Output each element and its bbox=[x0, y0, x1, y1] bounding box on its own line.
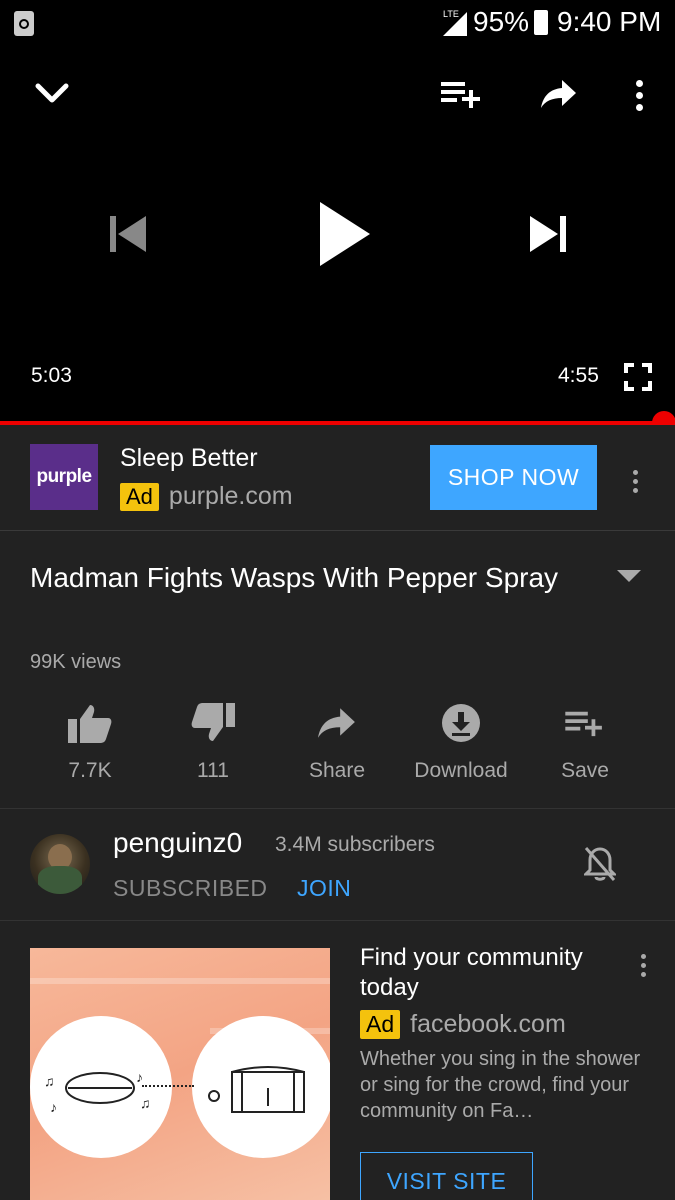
download-icon bbox=[442, 704, 480, 742]
view-count: 99K views bbox=[30, 651, 122, 673]
recycle-icon bbox=[14, 11, 34, 36]
save-playlist-icon bbox=[565, 711, 602, 737]
battery-percent: 95% bbox=[473, 6, 530, 37]
channel-name[interactable]: penguinz0 bbox=[113, 827, 242, 859]
ad2-meta: Ad facebook.com bbox=[360, 1010, 566, 1039]
divider bbox=[0, 920, 675, 921]
svg-text:♫: ♫ bbox=[44, 1073, 55, 1089]
thumbs-up-icon bbox=[68, 705, 112, 743]
like-button[interactable]: 7.7K bbox=[30, 700, 150, 783]
clock: 9:40 PM bbox=[557, 6, 662, 37]
share-video-button[interactable] bbox=[540, 78, 578, 115]
download-label: Download bbox=[414, 759, 508, 782]
svg-text:♪: ♪ bbox=[136, 1069, 143, 1085]
shop-now-button[interactable]: SHOP NOW bbox=[430, 445, 597, 510]
svg-text:♪: ♪ bbox=[50, 1099, 57, 1115]
ad-badge: Ad bbox=[120, 482, 159, 511]
skip-previous-icon bbox=[110, 216, 146, 252]
player-more-button[interactable] bbox=[634, 80, 644, 115]
share-icon bbox=[541, 80, 576, 108]
save-button[interactable]: Save bbox=[525, 700, 645, 783]
skip-next-icon bbox=[530, 216, 566, 252]
ad2-domain: facebook.com bbox=[410, 1010, 566, 1038]
stage-icon bbox=[208, 1066, 305, 1113]
network-type: LTE bbox=[443, 9, 459, 19]
next-button[interactable] bbox=[528, 214, 568, 259]
add-to-queue-button[interactable] bbox=[441, 78, 483, 115]
ad-thumbnail[interactable]: ♫ ♪ ♪ ♫ bbox=[30, 948, 330, 1200]
ad-badge: Ad bbox=[360, 1010, 401, 1039]
lips-icon: ♫ ♪ ♪ ♫ bbox=[44, 1069, 151, 1115]
fullscreen-icon bbox=[624, 363, 652, 391]
status-bar: LTE 95% 9:40 PM bbox=[0, 0, 675, 48]
chevron-down-icon bbox=[35, 83, 69, 103]
join-button[interactable]: JOIN bbox=[297, 875, 351, 902]
bell-off-icon bbox=[582, 847, 618, 881]
like-count: 7.7K bbox=[68, 759, 112, 782]
battery-icon bbox=[534, 10, 548, 35]
svg-text:♫: ♫ bbox=[140, 1095, 151, 1111]
play-icon bbox=[320, 202, 370, 266]
thumbs-down-icon bbox=[191, 703, 235, 741]
divider bbox=[0, 808, 675, 809]
ad-more-button[interactable] bbox=[630, 470, 640, 497]
subscriber-count: 3.4M subscribers bbox=[275, 833, 435, 856]
download-button[interactable]: Download bbox=[401, 700, 521, 783]
advertiser-logo: purple bbox=[30, 444, 98, 510]
subscribed-button[interactable]: SUBSCRIBED bbox=[113, 875, 268, 902]
minimize-button[interactable] bbox=[34, 80, 70, 111]
share-label: Share bbox=[308, 759, 366, 782]
visit-site-button[interactable]: VISIT SITE bbox=[360, 1152, 533, 1200]
ad-domain: purple.com bbox=[168, 482, 293, 510]
previous-button[interactable] bbox=[108, 214, 148, 259]
duration-time: 4:55 bbox=[558, 364, 599, 387]
play-button[interactable] bbox=[316, 200, 372, 273]
ad2-description: Whether you sing in the shower or sing f… bbox=[360, 1048, 641, 1122]
dislike-count: 111 bbox=[197, 759, 229, 782]
playlist-add-icon bbox=[441, 82, 480, 108]
share-icon bbox=[318, 708, 355, 738]
save-label: Save bbox=[561, 759, 609, 782]
elapsed-time: 5:03 bbox=[31, 364, 72, 387]
ad2-more-button[interactable] bbox=[638, 954, 648, 981]
share-button[interactable]: Share bbox=[277, 700, 397, 783]
dislike-button[interactable]: 111 bbox=[153, 700, 273, 783]
expand-description-icon[interactable] bbox=[617, 570, 641, 582]
signal-icon: LTE bbox=[441, 9, 467, 41]
notification-bell-button[interactable] bbox=[582, 846, 618, 887]
video-title[interactable]: Madman Fights Wasps With Pepper Spray bbox=[30, 556, 590, 599]
ad2-title: Find your community today bbox=[360, 944, 583, 1001]
ad-meta: Ad purple.com bbox=[120, 482, 293, 511]
ad-title: Sleep Better bbox=[120, 444, 258, 472]
channel-avatar[interactable] bbox=[30, 834, 90, 894]
fullscreen-button[interactable] bbox=[624, 363, 652, 396]
